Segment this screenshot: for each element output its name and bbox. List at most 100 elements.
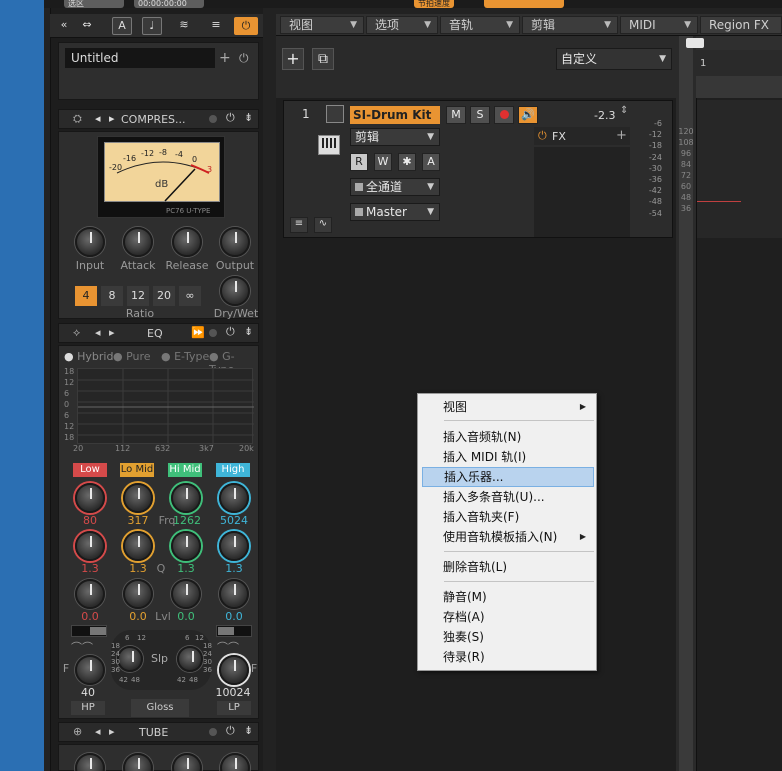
power-icon[interactable]: ⏻ [226, 724, 235, 738]
eq-mode-etype[interactable]: ● E-Type [161, 350, 209, 363]
menu-item-insert-midi[interactable]: 插入 MIDI 轨(I) [422, 447, 594, 467]
low-freq-knob[interactable] [75, 483, 105, 513]
ratio-20-button[interactable]: 20 [153, 286, 175, 306]
band-low-tag[interactable]: Low [73, 463, 107, 477]
add-track-icon[interactable]: + [282, 48, 304, 70]
menu-item-insert-audio[interactable]: 插入音频轨(N) [422, 427, 594, 447]
high-gain-knob[interactable] [219, 579, 249, 609]
automation-icon[interactable]: ∿ [314, 217, 332, 233]
lp-freq-knob[interactable] [219, 655, 249, 685]
expand-icon[interactable]: ⇟ [244, 724, 253, 737]
lp-toggle[interactable] [216, 625, 252, 637]
menu-item-archive[interactable]: 存档(A) [422, 607, 594, 627]
track-layers-icon[interactable]: ≡ [290, 217, 308, 233]
add-fx-icon[interactable]: + [616, 128, 627, 143]
menu-item-arm[interactable]: 待录(R) [422, 647, 594, 667]
himid-gain-knob[interactable] [171, 579, 201, 609]
input-dropdown[interactable]: 全通道 ▼ [350, 178, 440, 196]
low-q-knob[interactable] [75, 531, 105, 561]
band-high-tag[interactable]: High [216, 463, 250, 477]
prev-arrow-icon[interactable]: ◂ [95, 112, 101, 125]
hp-freq-knob[interactable] [75, 655, 105, 685]
menu-item-solo[interactable]: 独奏(S) [422, 627, 594, 647]
now-marker-icon[interactable] [686, 38, 704, 48]
list-icon[interactable]: ≡ [204, 17, 228, 35]
release-knob[interactable] [172, 227, 202, 257]
track-name[interactable]: SI-Drum Kit 1 [350, 106, 440, 140]
add-icon[interactable]: + [219, 48, 235, 68]
hp-slope-knob[interactable] [117, 646, 143, 672]
tuner-icon[interactable]: ♩ [142, 17, 162, 35]
expand-icon[interactable]: ⇟ [244, 111, 253, 124]
menu-tracks[interactable]: 音轨 ▼ [440, 16, 520, 34]
timeline-ruler[interactable]: 1 [686, 36, 782, 98]
read-automation-button[interactable]: R [350, 153, 368, 171]
menu-item-delete-track[interactable]: 删除音轨(L) [422, 557, 594, 577]
ratio-4-button[interactable]: 4 [75, 286, 97, 306]
fx-bin[interactable]: ⏻ FX + [534, 127, 630, 145]
power-icon[interactable]: ⏻ [226, 111, 235, 125]
menu-item-view[interactable]: 视图 ▶ [422, 397, 594, 417]
eq-mode-pure[interactable]: ● Pure [113, 350, 151, 363]
collapse-arrows-icon[interactable]: « [54, 17, 74, 35]
lomid-q-knob[interactable] [123, 531, 153, 561]
menu-item-mute[interactable]: 静音(M) [422, 587, 594, 607]
menu-region-fx[interactable]: Region FX [700, 16, 782, 34]
high-freq-knob[interactable] [219, 483, 249, 513]
low-gain-knob[interactable] [75, 579, 105, 609]
tube-knob[interactable] [220, 753, 250, 771]
menu-options[interactable]: 选项 ▼ [366, 16, 438, 34]
input-knob[interactable] [75, 227, 105, 257]
lomid-freq-knob[interactable] [123, 483, 153, 513]
menu-item-insert-template[interactable]: 使用音轨模板插入(N) ▶ [422, 527, 594, 547]
lp-slope-icon[interactable]: ⌒⌒ [217, 639, 239, 655]
ratio-8-button[interactable]: 8 [101, 286, 123, 306]
volume-value[interactable]: -2.3 [594, 109, 615, 122]
instrument-icon[interactable] [318, 135, 340, 155]
tube-knob[interactable] [172, 753, 202, 771]
volume-spin-icon[interactable]: ⇕ [620, 105, 628, 116]
track-type-icon[interactable] [326, 105, 344, 123]
lomid-gain-knob[interactable] [123, 579, 153, 609]
menu-item-insert-folder[interactable]: 插入音轨夹(F) [422, 507, 594, 527]
input-echo-icon[interactable]: 🔊 [518, 106, 538, 124]
hp-button[interactable]: HP [71, 701, 105, 715]
ratio-12-button[interactable]: 12 [127, 286, 149, 306]
menu-clips[interactable]: 剪辑 ▼ [522, 16, 618, 34]
next-arrow-icon[interactable]: ▸ [109, 326, 115, 339]
power-icon[interactable]: ⏻ [239, 48, 255, 68]
add-folder-icon[interactable]: ⧉ [312, 48, 334, 70]
lp-button[interactable]: LP [217, 701, 251, 715]
hp-toggle[interactable] [71, 625, 107, 637]
menu-midi[interactable]: MIDI ▼ [620, 16, 698, 34]
next-arrow-icon[interactable]: ▸ [109, 725, 115, 738]
eq-mode-hybrid[interactable]: ● Hybrid [64, 350, 113, 363]
menu-view[interactable]: 视图 ▼ [280, 16, 364, 34]
tube-knob[interactable] [123, 753, 153, 771]
hp-slope-icon[interactable]: ⌒⌒ [71, 639, 93, 655]
text-icon[interactable]: A [112, 17, 132, 35]
eq-graph[interactable] [77, 368, 254, 445]
drywet-knob[interactable] [220, 276, 250, 306]
layout-icon[interactable]: ⇔ [78, 17, 96, 35]
fx-bin-area[interactable] [534, 147, 630, 237]
power-icon[interactable]: ⏻ [234, 17, 258, 35]
tempo-button[interactable]: 节拍速度 [414, 0, 454, 8]
tube-knob[interactable] [75, 753, 105, 771]
write-automation-button[interactable]: W [374, 153, 392, 171]
power-icon[interactable]: ⏻ [226, 325, 235, 339]
track-row[interactable]: 1 SI-Drum Kit 1 M S 🔊 -2.3 ⇕ 剪辑▼ R W ✱ A… [283, 100, 673, 238]
record-button[interactable] [494, 106, 514, 124]
fx-power-icon[interactable]: ⏻ [538, 129, 547, 143]
preset-name[interactable]: Untitled [65, 48, 215, 68]
waveform-icon[interactable]: ≋ [172, 17, 196, 35]
output-dropdown[interactable]: Master ▼ [350, 203, 440, 221]
arm-automation-button[interactable]: A [422, 153, 440, 171]
next-arrow-icon[interactable]: ▸ [109, 112, 115, 125]
band-himid-tag[interactable]: Hi Mid [168, 463, 202, 477]
gloss-button[interactable]: Gloss [131, 699, 189, 717]
asterisk-button[interactable]: ✱ [398, 153, 416, 171]
prev-arrow-icon[interactable]: ◂ [95, 326, 101, 339]
track-lane[interactable] [697, 100, 782, 238]
prev-arrow-icon[interactable]: ◂ [95, 725, 101, 738]
